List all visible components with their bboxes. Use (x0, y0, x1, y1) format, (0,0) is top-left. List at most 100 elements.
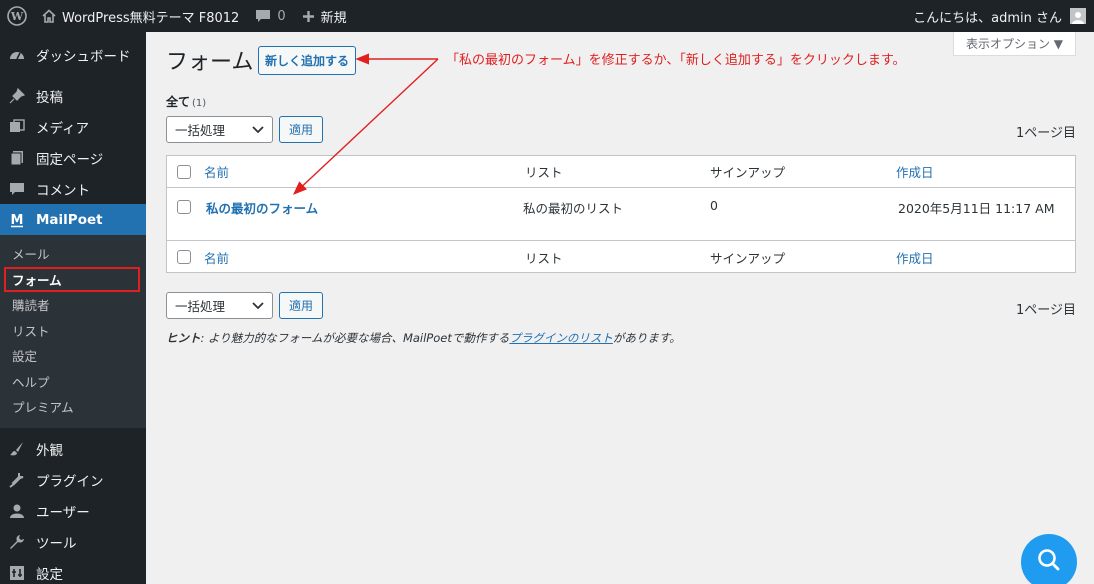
brush-icon (8, 440, 26, 458)
apply-button-bottom[interactable]: 適用 (279, 292, 324, 319)
wordpress-logo-icon[interactable]: W (0, 0, 34, 32)
bulk-action-value-bottom: 一括処理 (175, 299, 226, 314)
menu-appearance[interactable]: 外観 (0, 434, 146, 465)
help-button[interactable] (1021, 534, 1077, 584)
menu-label: コメント (36, 182, 90, 199)
page-count-bottom: 1ページ目 (1015, 303, 1076, 318)
comments-count: 0 (277, 8, 286, 24)
filter-all[interactable]: 全て (1) (166, 93, 206, 110)
menu-settings[interactable]: 設定 (0, 558, 146, 584)
mailpoet-icon: M (8, 211, 26, 229)
menu-dashboard[interactable]: ダッシュボード (0, 39, 146, 70)
table-row: 私の最初のフォーム 私の最初のリスト 0 2020年5月11日 11:17 AM (167, 188, 1075, 240)
annotation-text: 「私の最初のフォーム」を修正するか、「新しく追加する」をクリックします。 (446, 53, 906, 68)
submenu-settings[interactable]: 設定 (0, 343, 146, 369)
comment-bubble-icon (255, 9, 271, 23)
svg-text:W: W (10, 10, 24, 23)
submenu-emails[interactable]: メール (0, 241, 146, 267)
chevron-down-icon (252, 298, 264, 313)
plus-icon (302, 10, 315, 23)
form-name-link[interactable]: 私の最初のフォーム (206, 198, 318, 217)
forms-table: 名前 リスト サインアップ 作成日 私の最初のフォーム 私の最初のリスト 0 2… (166, 155, 1076, 273)
page-icon (8, 149, 26, 167)
main-content: 表示オプション ▼ フォーム 新しく追加する 「私の最初のフォーム」を修正するか… (146, 32, 1094, 584)
column-list: リスト (525, 165, 563, 180)
select-all-checkbox[interactable] (177, 164, 191, 179)
hint-suffix: があります。 (612, 331, 681, 345)
submenu-premium[interactable]: プレミアム (0, 394, 146, 420)
site-name-link[interactable]: WordPress無料テーマ F8012 (34, 0, 247, 32)
apply-button[interactable]: 適用 (279, 116, 324, 143)
admin-bar: W WordPress無料テーマ F8012 0 新規 こんにちは、admin … (0, 0, 1094, 32)
media-icon (8, 118, 26, 136)
pin-icon (8, 87, 26, 105)
table-footer: 名前 リスト サインアップ 作成日 (167, 240, 1075, 273)
page-count: 1ページ目 (1015, 126, 1076, 141)
bulk-action-select-bottom[interactable]: 一括処理 (166, 292, 273, 319)
comment-icon (8, 180, 26, 198)
admin-sidebar: ダッシュボード 投稿 メディア 固定ページ コメント M MailPoet メー… (0, 32, 146, 584)
menu-plugins[interactable]: プラグイン (0, 465, 146, 496)
avatar (1070, 8, 1086, 24)
column-created-footer[interactable]: 作成日 (896, 248, 934, 267)
menu-label: MailPoet (36, 211, 103, 228)
greeting: こんにちは、admin さん (913, 10, 1062, 26)
filter-all-label: 全て (166, 95, 191, 109)
submenu-subscribers[interactable]: 購読者 (0, 292, 146, 318)
hint-text: ヒント: より魅力的なフォームが必要な場合、MailPoetで動作するプラグイン… (166, 330, 681, 346)
column-list-footer: リスト (525, 250, 563, 266)
form-list: 私の最初のリスト (523, 201, 624, 216)
menu-comments[interactable]: コメント (0, 173, 146, 204)
menu-pages[interactable]: 固定ページ (0, 142, 146, 173)
bulk-action-select[interactable]: 一括処理 (166, 116, 273, 143)
menu-label: 固定ページ (36, 151, 104, 168)
new-content-link[interactable]: 新規 (294, 0, 355, 32)
bulk-actions-bottom: 一括処理 適用 (166, 292, 324, 319)
menu-label: 設定 (36, 567, 63, 583)
filter-all-count: (1) (192, 98, 207, 109)
chevron-down-icon (252, 122, 264, 137)
bulk-action-value: 一括処理 (175, 123, 226, 138)
menu-tools[interactable]: ツール (0, 527, 146, 558)
column-signups-footer: サインアップ (710, 250, 786, 266)
menu-media[interactable]: メディア (0, 111, 146, 142)
menu-label: ツール (36, 536, 77, 552)
form-signups: 0 (710, 198, 718, 213)
form-created: 2020年5月11日 11:17 AM (898, 201, 1055, 216)
new-label: 新規 (320, 10, 347, 26)
plugin-list-link[interactable]: プラグインのリスト (509, 331, 613, 345)
comments-link[interactable]: 0 (247, 0, 293, 32)
column-created[interactable]: 作成日 (896, 162, 934, 181)
bulk-actions-top: 一括処理 適用 (166, 116, 324, 143)
user-icon (8, 502, 26, 520)
wrench-icon (8, 533, 26, 551)
submenu-help[interactable]: ヘルプ (0, 369, 146, 395)
menu-users[interactable]: ユーザー (0, 496, 146, 527)
submenu-lists[interactable]: リスト (0, 318, 146, 344)
menu-label: ユーザー (36, 505, 90, 521)
menu-label: メディア (36, 120, 90, 137)
row-checkbox[interactable] (177, 200, 191, 214)
settings-icon (8, 564, 26, 582)
menu-label: 外観 (36, 443, 63, 459)
site-name: WordPress無料テーマ F8012 (62, 10, 240, 26)
column-name[interactable]: 名前 (204, 162, 229, 181)
menu-label: プラグイン (36, 474, 104, 490)
screen-options-button[interactable]: 表示オプション ▼ (952, 32, 1076, 56)
search-icon (1036, 547, 1062, 577)
page-title: フォーム (166, 50, 254, 75)
select-all-checkbox-footer[interactable] (177, 250, 191, 264)
my-account[interactable]: こんにちは、admin さん (913, 0, 1086, 32)
plugin-icon (8, 471, 26, 489)
hint-body: : より魅力的なフォームが必要な場合、MailPoetで動作する (200, 331, 510, 345)
home-icon (42, 9, 56, 23)
table-header: 名前 リスト サインアップ 作成日 (167, 156, 1075, 188)
hint-label: ヒント (166, 331, 201, 345)
menu-posts[interactable]: 投稿 (0, 80, 146, 111)
menu-mailpoet[interactable]: M MailPoet (0, 204, 146, 235)
submenu-forms[interactable]: フォーム (4, 266, 140, 292)
column-signups: サインアップ (710, 165, 786, 180)
mailpoet-submenu: メール フォーム 購読者 リスト 設定 ヘルプ プレミアム (0, 235, 146, 428)
add-new-button[interactable]: 新しく追加する (258, 46, 357, 75)
column-name-footer[interactable]: 名前 (204, 248, 229, 267)
